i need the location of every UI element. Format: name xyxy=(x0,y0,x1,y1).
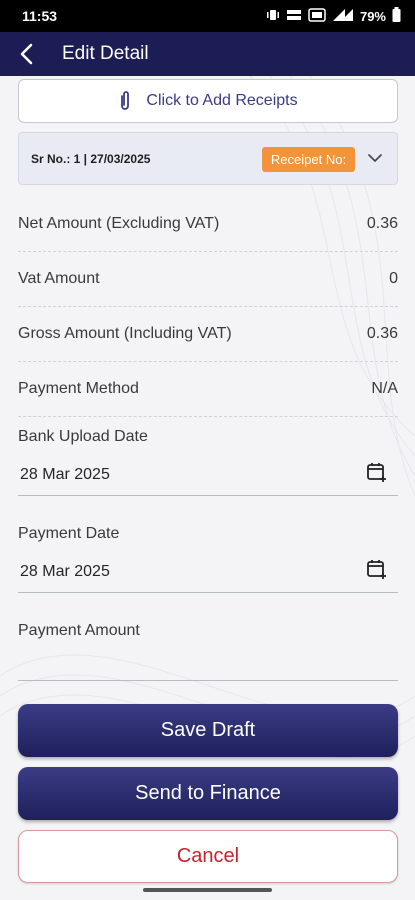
payment-date-label: Payment Date xyxy=(18,525,120,542)
vat-amount-label: Vat Amount xyxy=(18,270,100,287)
net-amount-label: Net Amount (Excluding VAT) xyxy=(18,215,220,232)
payment-date-field[interactable]: 28 Mar 2025 xyxy=(18,551,398,593)
home-indicator[interactable] xyxy=(143,888,272,892)
calendar-add-icon[interactable] xyxy=(366,558,388,585)
net-amount-value: 0.36 xyxy=(366,215,398,232)
bank-upload-date-field[interactable]: 28 Mar 2025 xyxy=(18,454,398,496)
vat-amount-row: Vat Amount 0 xyxy=(18,252,398,307)
add-receipts-button[interactable]: Click to Add Receipts xyxy=(18,79,398,123)
gross-amount-label: Gross Amount (Including VAT) xyxy=(18,325,232,342)
gross-amount-value: 0.36 xyxy=(366,325,398,342)
volte-icon xyxy=(308,7,326,25)
payment-amount-label: Payment Amount xyxy=(18,622,140,639)
add-receipts-label: Click to Add Receipts xyxy=(146,92,298,109)
app-bar: Edit Detail xyxy=(0,32,415,76)
battery-icon xyxy=(392,7,401,25)
signal-icon xyxy=(332,8,354,25)
bank-upload-date-value: 28 Mar 2025 xyxy=(20,465,110,483)
serial-number-date: Sr No.: 1 | 27/03/2025 xyxy=(31,151,151,166)
status-icons: 79% xyxy=(266,7,401,25)
save-draft-button[interactable]: Save Draft xyxy=(18,704,398,757)
bank-upload-date-label: Bank Upload Date xyxy=(18,428,148,445)
back-button[interactable] xyxy=(14,32,38,76)
paperclip-icon xyxy=(118,90,132,112)
vibrate-icon xyxy=(266,8,280,25)
cancel-button[interactable]: Cancel xyxy=(18,830,398,883)
payment-date-value: 28 Mar 2025 xyxy=(20,562,110,580)
status-time: 11:53 xyxy=(22,8,58,24)
battery-percent: 79% xyxy=(359,8,386,24)
payment-amount-input[interactable] xyxy=(18,645,398,681)
receipt-summary-card: Sr No.: 1 | 27/03/2025 Receipet No: xyxy=(18,132,398,185)
vat-amount-value: 0 xyxy=(389,270,398,287)
page-title: Edit Detail xyxy=(62,43,149,64)
status-bar: 11:53 79% xyxy=(0,0,415,32)
payment-method-label: Payment Method xyxy=(18,380,139,397)
chevron-down-icon[interactable] xyxy=(367,150,383,168)
back-arrow-icon xyxy=(20,43,33,65)
data-speed-icon xyxy=(286,8,302,25)
receipt-number-badge: Receipet No: xyxy=(262,147,355,172)
send-to-finance-button[interactable]: Send to Finance xyxy=(18,767,398,820)
gross-amount-row: Gross Amount (Including VAT) 0.36 xyxy=(18,307,398,362)
payment-method-row: Payment Method N/A xyxy=(18,362,398,417)
net-amount-row: Net Amount (Excluding VAT) 0.36 xyxy=(18,197,398,252)
calendar-add-icon[interactable] xyxy=(366,461,388,488)
payment-method-value: N/A xyxy=(371,380,398,397)
